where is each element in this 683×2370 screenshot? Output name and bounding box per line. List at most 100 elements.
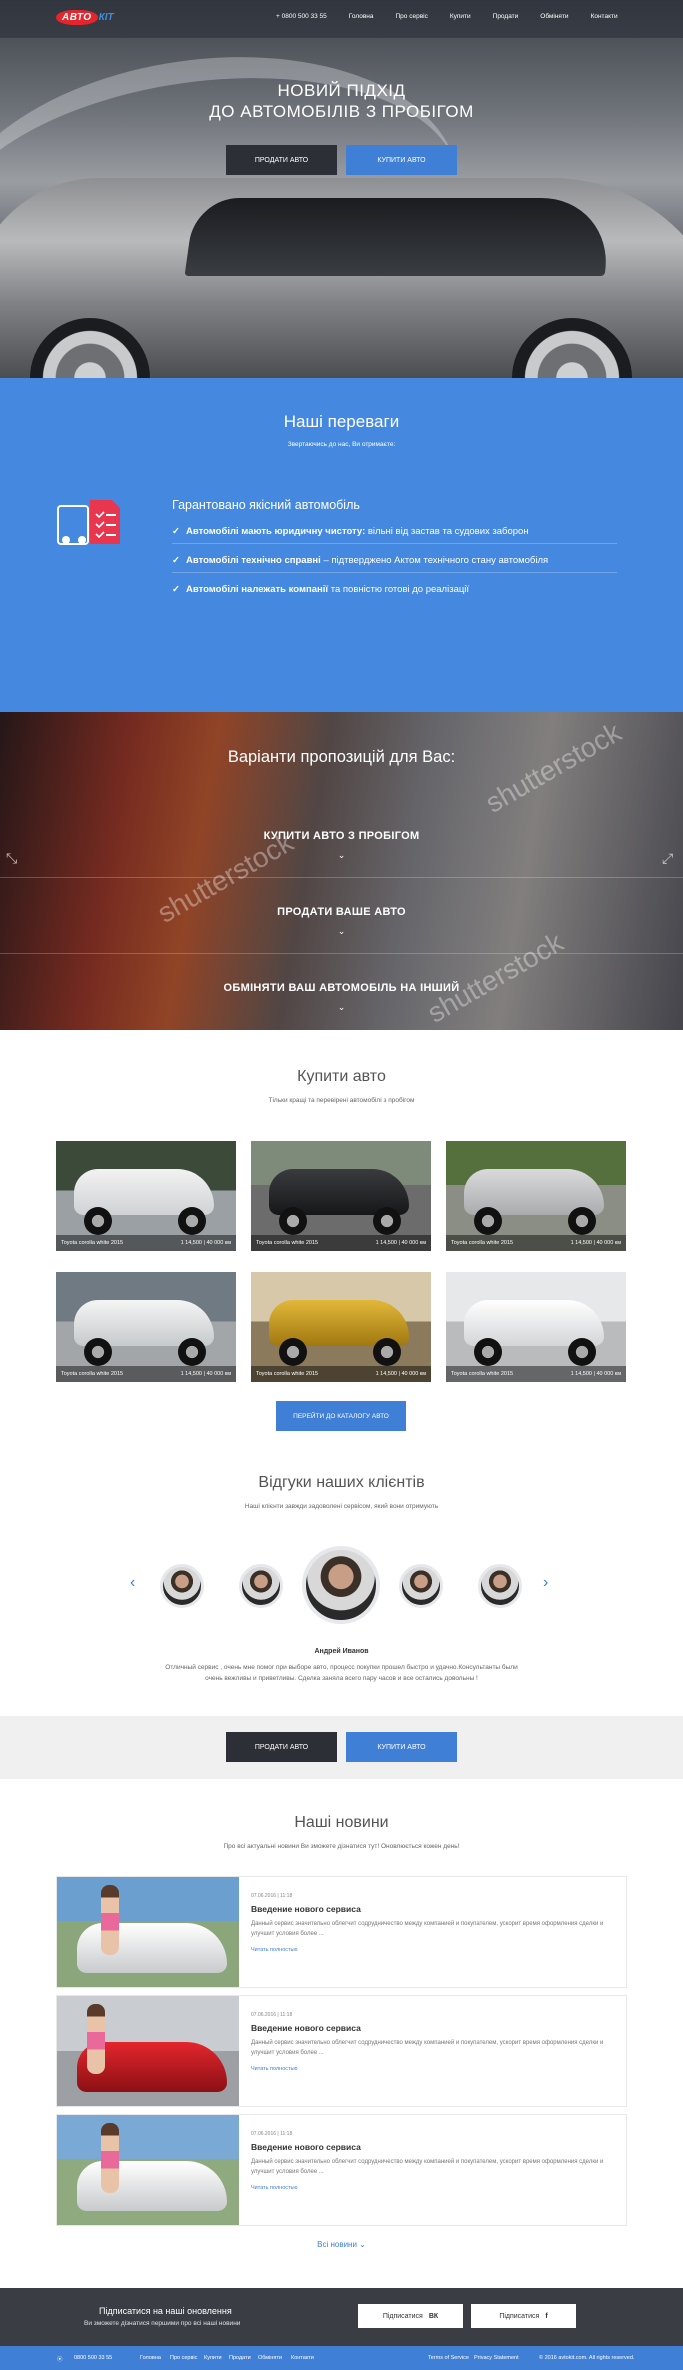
car-wheel (373, 1207, 401, 1235)
client-avatar[interactable] (239, 1564, 283, 1608)
offer-exchange[interactable]: ОБМІНЯТИ ВАШ АВТОМОБІЛЬ НА ІНШИЙ ⌄ (0, 954, 683, 1030)
catalog-button[interactable]: ПЕРЕЙТИ ДО КАТАЛОГУ АВТО (276, 1401, 406, 1431)
cta-sell-button[interactable]: ПРОДАТИ АВТО (226, 1732, 337, 1762)
car-caption: Toyota corolla white 2015 1 14,500 | 40 0… (446, 1235, 626, 1251)
nav-item-sell[interactable]: Продати (493, 13, 519, 20)
news-model (87, 2004, 105, 2074)
nav-item-about[interactable]: Про сервіс (396, 13, 428, 20)
offer-title: ОБМІНЯТИ ВАШ АВТОМОБІЛЬ НА ІНШИЙ (223, 982, 460, 994)
offer-sell[interactable]: ПРОДАТИ ВАШЕ АВТО ⌄ (0, 878, 683, 954)
footer-terms-link[interactable]: Terms of Service (428, 2355, 469, 2361)
news-headline[interactable]: Введение нового сервиса (251, 1904, 361, 1914)
main-nav: + 0800 500 33 55 Головна Про сервіс Купи… (276, 13, 640, 20)
advantage-item: ✓ Автомобілі належать компанії та повніс… (172, 584, 617, 601)
site-logo[interactable]: АВТО КІТ (56, 10, 114, 25)
footer-nav-buy[interactable]: Купити (204, 2355, 222, 2361)
logo-text: АВТО (56, 10, 98, 25)
car-caption: Toyota corolla white 2015 1 14,500 | 40 0… (56, 1366, 236, 1382)
client-avatar-active[interactable] (302, 1546, 380, 1624)
news-headline[interactable]: Введение нового сервиса (251, 2142, 361, 2152)
nav-item-contacts[interactable]: Контакти (591, 13, 618, 20)
carousel-next-icon[interactable]: › (543, 1574, 548, 1592)
footer-privacy-link[interactable]: Privacy Statement (474, 2355, 519, 2361)
client-avatar[interactable] (399, 1564, 443, 1608)
car-name: Toyota corolla white 2015 (256, 1240, 319, 1246)
subscribe-fb-button[interactable]: Підписатися f (471, 2304, 576, 2328)
news-item[interactable]: 07.06.2016 | 11:18 Введение нового серви… (56, 2114, 627, 2226)
car-name: Toyota corolla white 2015 (61, 1371, 124, 1377)
hero-buy-button[interactable]: КУПИТИ АВТО (346, 145, 457, 175)
car-wheel (279, 1207, 307, 1235)
news-read-more[interactable]: Читать полностью (251, 1947, 298, 1953)
car-card[interactable]: Toyota corolla white 2015 1 14,500 | 40 0… (56, 1272, 236, 1382)
news-date: 07.06.2016 | 11:18 (251, 2012, 293, 2018)
advantage-text: та повністю готові до реалізації (328, 584, 470, 595)
footer-phone[interactable]: 0800 500 33 55 (74, 2355, 112, 2361)
advantage-bold: Автомобілі належать компанії (186, 584, 329, 595)
car-name: Toyota corolla white 2015 (451, 1240, 514, 1246)
news-headline[interactable]: Введение нового сервиса (251, 2023, 361, 2033)
car-info: 1 14,500 | 40 000 км (375, 1240, 426, 1246)
car-card[interactable]: Toyota corolla white 2015 1 14,500 | 40 0… (251, 1272, 431, 1382)
car-card[interactable]: Toyota corolla white 2015 1 14,500 | 40 0… (446, 1272, 626, 1382)
review-text: Отличный сервис , очень мне помог при вы… (140, 1662, 543, 1684)
news-image (57, 1996, 239, 2106)
client-avatar[interactable] (478, 1564, 522, 1608)
car-wheel (178, 1207, 206, 1235)
footer: ⦿ 0800 500 33 55 Головна Про сервіс Купи… (0, 2346, 683, 2370)
footer-nav-home[interactable]: Головна (140, 2355, 161, 2361)
car-caption: Toyota corolla white 2015 1 14,500 | 40 0… (56, 1235, 236, 1251)
news-item[interactable]: 07.06.2016 | 11:18 Введение нового серви… (56, 1995, 627, 2107)
hero-sell-button[interactable]: ПРОДАТИ АВТО (226, 145, 337, 175)
car-wheel (474, 1338, 502, 1366)
news-item[interactable]: 07.06.2016 | 11:18 Введение нового серви… (56, 1876, 627, 1988)
news-read-more[interactable]: Читать полностью (251, 2066, 298, 2072)
all-news-link[interactable]: Всі новини ⌄ (0, 2240, 683, 2249)
check-icon: ✓ (172, 526, 180, 537)
top-header: АВТО КІТ + 0800 500 33 55 Головна Про се… (0, 0, 683, 38)
nav-item-buy[interactable]: Купити (450, 13, 471, 20)
advantage-text: – підтверджено Актом технічного стану ав… (320, 555, 549, 566)
offer-title: ПРОДАТИ ВАШЕ АВТО (277, 906, 406, 918)
news-read-more[interactable]: Читать полностью (251, 2185, 298, 2191)
car-wheel (474, 1207, 502, 1235)
client-avatar[interactable] (160, 1564, 204, 1608)
car-wheel (84, 1338, 112, 1366)
car-name: Toyota corolla white 2015 (61, 1240, 124, 1246)
carousel-prev-icon[interactable]: ‹ (130, 1574, 135, 1592)
car-caption: Toyota corolla white 2015 1 14,500 | 40 0… (446, 1366, 626, 1382)
logo-suffix: КІТ (98, 12, 114, 23)
car-name: Toyota corolla white 2015 (451, 1371, 514, 1377)
advantage-bold: Автомобілі мають юридичну чистоту: (186, 526, 366, 537)
header-phone[interactable]: + 0800 500 33 55 (276, 13, 327, 20)
offer-buy[interactable]: КУПИТИ АВТО З ПРОБІГОМ ⌄ (0, 802, 683, 878)
subscribe-vk-button[interactable]: Підписатися ВК (358, 2304, 463, 2328)
nav-item-exchange[interactable]: Обміняти (540, 13, 568, 20)
car-info: 1 14,500 | 40 000 км (375, 1371, 426, 1377)
footer-nav-contacts[interactable]: Контакти (291, 2355, 314, 2361)
vk-icon: ВК (428, 2312, 439, 2320)
car-info: 1 14,500 | 40 000 км (570, 1371, 621, 1377)
advantage-item: ✓ Автомобілі мають юридичну чистоту: віл… (172, 526, 617, 544)
news-car (77, 2161, 227, 2211)
car-wheel (373, 1338, 401, 1366)
news-model (101, 1885, 119, 1955)
reviews-subtitle: Наші клієнти завжди задоволені сервісом,… (244, 1503, 439, 1510)
car-card[interactable]: Toyota corolla white 2015 1 14,500 | 40 0… (56, 1141, 236, 1251)
footer-nav-exchange[interactable]: Обміняти (258, 2355, 282, 2361)
chevron-down-icon: ⌄ (337, 850, 346, 860)
offers-title: Варіанти пропозицій для Вас: (227, 748, 456, 766)
car-info: 1 14,500 | 40 000 км (180, 1240, 231, 1246)
car-card[interactable]: Toyota corolla white 2015 1 14,500 | 40 0… (251, 1141, 431, 1251)
car-caption: Toyota corolla white 2015 1 14,500 | 40 0… (251, 1235, 431, 1251)
nav-item-home[interactable]: Головна (349, 13, 374, 20)
footer-nav-about[interactable]: Про сервіс (170, 2355, 197, 2361)
subscribe-band (0, 2288, 683, 2346)
cta-buy-button[interactable]: КУПИТИ АВТО (346, 1732, 457, 1762)
news-subtitle: Про всі актуальні новини Ви зможете дізн… (223, 1843, 460, 1850)
footer-nav-sell[interactable]: Продати (229, 2355, 251, 2361)
car-card[interactable]: Toyota corolla white 2015 1 14,500 | 40 0… (446, 1141, 626, 1251)
cta-band (0, 1716, 683, 1779)
hero-title-line2: ДО АВТОМОБІЛІВ З ПРОБІГОМ (209, 102, 474, 121)
car-wheel (178, 1338, 206, 1366)
